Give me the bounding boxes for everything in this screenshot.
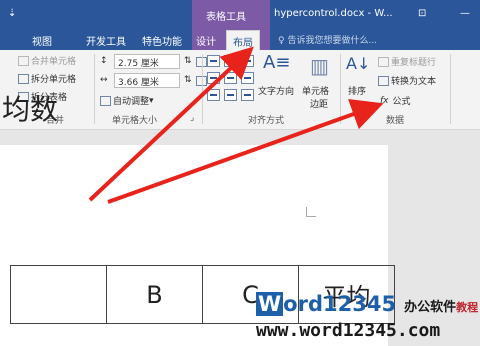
align-bottom-left-button[interactable]	[207, 89, 220, 101]
text-direction-button[interactable]: 文字方向	[258, 84, 294, 97]
cell-width-field[interactable]: 3.66 厘米	[114, 73, 180, 88]
width-icon: ↔	[100, 75, 108, 85]
chevron-down-icon: ▾	[149, 95, 154, 106]
autofit-label: 自动调整	[113, 97, 150, 107]
watermark-url: www.word12345.com	[256, 320, 441, 341]
ribbon: 合并单元格 拆分单元格 拆分表格 合并 ↕ 2.75 厘米 ⇅ ↔ 3.66 厘…	[0, 50, 480, 130]
minimize-button[interactable]: —	[460, 8, 470, 19]
cell-height-field[interactable]: 2.75 厘米	[114, 54, 180, 69]
merge-cells-button[interactable]: 合并单元格	[18, 54, 76, 67]
split-cells-icon	[18, 73, 29, 84]
merge-cells-label: 合并单元格	[31, 57, 77, 67]
split-cells-label: 拆分单元格	[31, 75, 77, 85]
tell-me-search[interactable]: ♀ 告诉我您想要做什么...	[278, 33, 377, 46]
watermark-logo: Word12345 办公软件教程	[256, 292, 478, 316]
formula-button[interactable]: fx 公式	[380, 94, 411, 108]
convert-to-text-button[interactable]: 转换为文本	[378, 74, 436, 87]
convert-text-icon	[378, 75, 389, 86]
watermark-logo-initial: W	[256, 292, 284, 316]
ribbon-display-options-icon[interactable]: ⊡	[418, 8, 426, 19]
tab-layout[interactable]: 布局	[226, 30, 260, 50]
align-bottom-right-button[interactable]	[241, 89, 254, 101]
formula-icon: fx	[380, 95, 389, 106]
align-center-right-button[interactable]	[241, 72, 254, 84]
text-direction-icon: A≡	[263, 52, 291, 73]
ribbon-tab-row: 视图 开发工具 特色功能 设计 布局 ♀ 告诉我您想要做什么...	[0, 28, 480, 50]
repeat-header-label: 重复标题行	[391, 58, 437, 68]
sort-button[interactable]: 排序	[348, 84, 366, 97]
align-top-left-button[interactable]	[207, 55, 220, 67]
align-top-right-button[interactable]	[241, 55, 254, 67]
autofit-icon	[100, 95, 111, 106]
dialog-launcher-icon[interactable]: ⌟	[190, 113, 194, 123]
cell-margins-button[interactable]: 单元格	[302, 84, 329, 97]
cell-margins-label-2: 边距	[310, 100, 329, 110]
table-tools-label: 表格工具	[206, 12, 246, 23]
group-divider	[340, 54, 341, 124]
height-stepper[interactable]: ⇅	[184, 56, 192, 66]
align-bottom-center-button[interactable]	[224, 89, 237, 101]
watermark-logo-numbers: 12345	[323, 292, 397, 316]
page-margin-marker	[306, 207, 316, 217]
tab-developer[interactable]: 开发工具	[86, 33, 126, 48]
tab-view[interactable]: 视图	[32, 33, 52, 48]
tab-special[interactable]: 特色功能	[142, 33, 182, 48]
alignment-group-label: 对齐方式	[248, 116, 285, 126]
align-center-left-button[interactable]	[207, 72, 220, 84]
table-cell[interactable]: B	[106, 265, 203, 324]
repeat-header-icon	[378, 56, 389, 67]
data-group-label: 数据	[386, 116, 405, 126]
group-divider	[202, 54, 203, 124]
tab-design[interactable]: 设计	[196, 33, 216, 48]
align-center-button[interactable]	[224, 72, 237, 84]
convert-to-text-label: 转换为文本	[391, 77, 437, 87]
repeat-header-button[interactable]: 重复标题行	[378, 55, 436, 68]
sort-icon: A↓	[346, 54, 371, 73]
merge-cells-icon	[18, 55, 29, 66]
group-divider	[450, 54, 451, 124]
title-bar: ⇣ 表格工具 hypercontrol.docx - W... ⊡ —	[0, 0, 480, 28]
align-top-center-button[interactable]	[224, 55, 237, 67]
height-icon: ↕	[100, 56, 108, 66]
document-heading-fragment: 均数	[2, 93, 59, 126]
watermark-logo-word: ord	[283, 292, 323, 316]
document-title: hypercontrol.docx - W...	[274, 8, 393, 19]
table-cell[interactable]	[10, 265, 107, 324]
tell-me-placeholder: 告诉我您想要做什么...	[287, 36, 378, 46]
formula-label: 公式	[392, 97, 411, 107]
autofit-button[interactable]: 自动调整 ▾	[100, 94, 154, 107]
quick-access-more[interactable]: ⇣	[8, 8, 16, 19]
watermark-logo-tutorial: 教程	[456, 301, 479, 314]
cell-size-group-label: 单元格大小	[112, 116, 158, 126]
cell-margins-icon: ▥	[310, 54, 329, 78]
group-divider	[94, 54, 95, 124]
split-cells-button[interactable]: 拆分单元格	[18, 72, 76, 85]
width-stepper[interactable]: ⇅	[184, 75, 192, 85]
site-watermark: Word12345 办公软件教程 www.word12345.com	[256, 288, 480, 346]
watermark-logo-chinese: 办公软件	[404, 300, 457, 315]
